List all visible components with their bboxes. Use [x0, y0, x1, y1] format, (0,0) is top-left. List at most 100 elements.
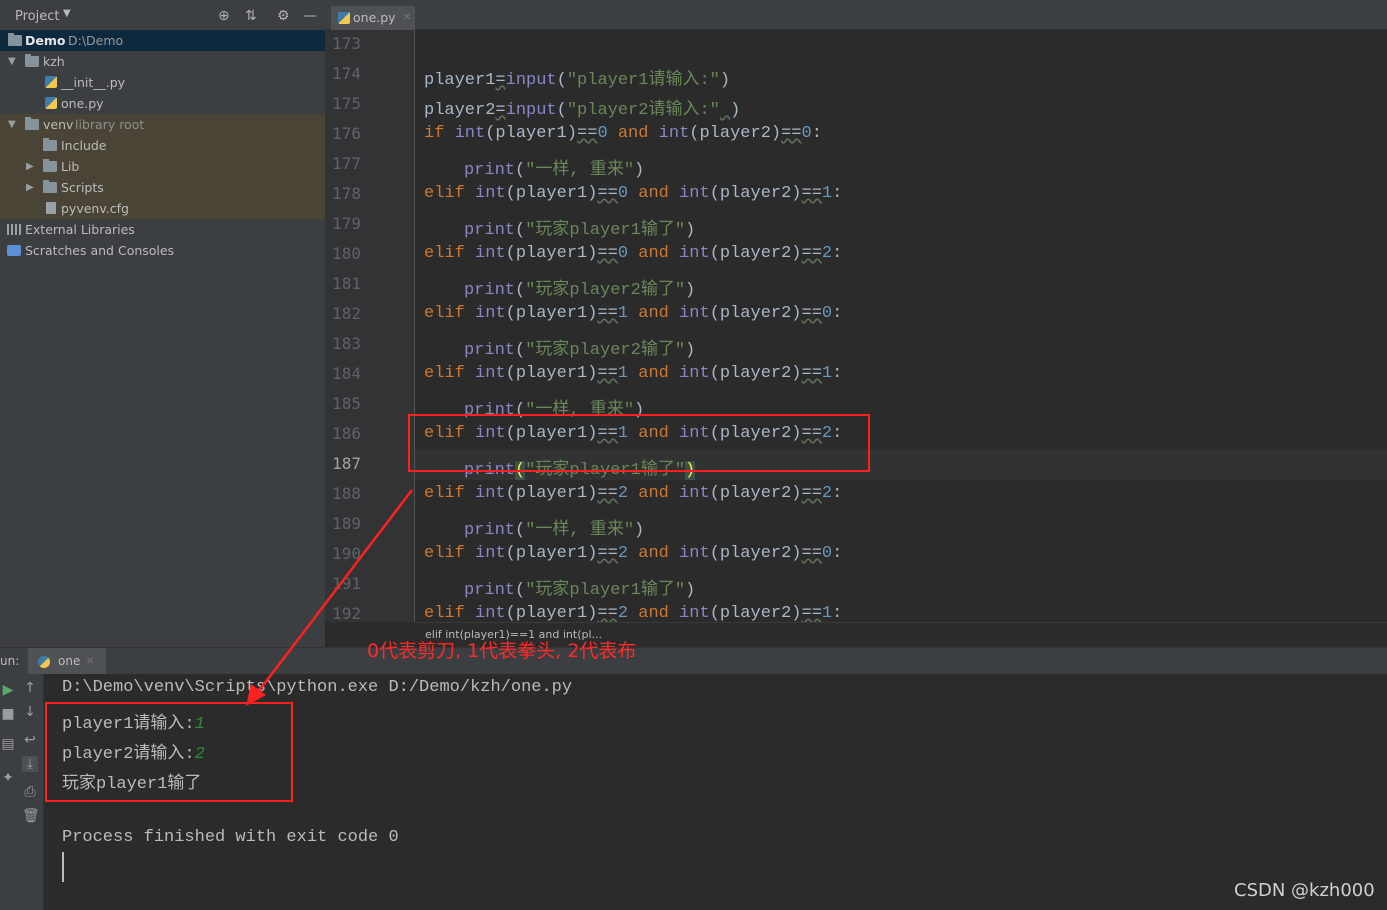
python-icon — [38, 656, 50, 668]
tree-item-demo[interactable]: Demo D:\Demo — [0, 30, 325, 51]
close-icon[interactable]: ✕ — [403, 6, 411, 30]
folder-icon — [43, 138, 57, 151]
tree-item-venv[interactable]: ▼ venv library root — [0, 114, 325, 135]
tree-item-label: venv — [43, 117, 74, 132]
code-line[interactable]: elif int(player1)==2 and int(player2)==2… — [424, 484, 842, 503]
collapse-all-icon[interactable]: ⇅ — [245, 8, 257, 24]
tree-item-label: kzh — [43, 54, 65, 69]
tree-item-lib[interactable]: ▶ Lib — [0, 156, 325, 177]
locate-icon[interactable]: ⊕ — [218, 8, 230, 24]
line-number: 191 — [332, 574, 361, 593]
tree-item-label: __init__.py — [61, 75, 126, 90]
library-icon — [7, 224, 21, 235]
line-number: 180 — [332, 244, 361, 263]
tree-item-pyvenv-cfg[interactable]: pyvenv.cfg — [0, 198, 325, 219]
chevron-down-icon[interactable]: ▼ — [63, 8, 71, 19]
string-literal: "玩家player2输了" — [525, 281, 686, 300]
line-number: 174 — [332, 64, 361, 83]
project-tool-window: Project ▼ ⊕ ⇅ ⚙ — Demo D:\Demo ▼ kzh __i… — [0, 0, 325, 647]
editor-tab-bar: one.py ✕ — [325, 0, 1387, 30]
pin-icon[interactable]: ✦ — [0, 770, 16, 786]
annotation-note: 0代表剪刀, 1代表拳头, 2代表布 — [367, 640, 637, 662]
string-literal: "玩家player1输了" — [525, 221, 686, 240]
code-line[interactable]: if int(player1)==0 and int(player2)==0: — [424, 124, 822, 143]
tree-item-external-libraries[interactable]: External Libraries — [0, 219, 325, 240]
scroll-to-end-icon[interactable]: ⤓ — [22, 756, 38, 772]
tree-item-init-py[interactable]: __init__.py — [0, 72, 325, 93]
tab-one-py[interactable]: one.py ✕ — [331, 6, 415, 30]
expand-arrow-icon[interactable]: ▼ — [8, 114, 16, 135]
code-line[interactable]: print("一样, 重来") — [464, 514, 644, 540]
text-caret — [62, 852, 64, 882]
string-literal: "玩家player2输了" — [525, 341, 686, 360]
run-console-toolbar: ↑ ↓ ↩ ⤓ ⎙ 🗑 — [16, 674, 44, 910]
python-file-icon — [338, 12, 350, 24]
run-label: un: — [0, 654, 20, 668]
arrow-down-icon[interactable]: ↓ — [22, 704, 38, 720]
code-line[interactable]: elif int(player1)==1 and int(player2)==0… — [424, 304, 842, 323]
tree-item-scratches[interactable]: Scratches and Consoles — [0, 240, 325, 261]
close-icon[interactable]: ✕ — [86, 648, 94, 675]
tree-item-label: Include — [61, 138, 107, 153]
tree-item-label: one.py — [61, 96, 104, 111]
line-number: 173 — [332, 34, 361, 53]
code-editor[interactable]: player1=input("player1请输入:") player2=inp… — [415, 30, 1387, 622]
code-line[interactable]: print("玩家player2输了") — [464, 274, 695, 300]
project-view-selector[interactable]: Project — [15, 9, 59, 24]
trash-icon[interactable]: 🗑 — [22, 808, 40, 824]
code-line[interactable]: print("玩家player2输了") — [464, 334, 695, 360]
line-number: 182 — [332, 304, 361, 323]
code-line[interactable]: print("玩家player1输了") — [464, 574, 695, 600]
rerun-icon[interactable]: ▶ — [0, 682, 16, 698]
code-line[interactable]: player2=input("player2请输入:" ) — [424, 94, 740, 120]
folder-icon — [25, 54, 39, 67]
gear-icon[interactable]: ⚙ — [277, 8, 290, 24]
string-literal: "player1请输入:" — [566, 71, 720, 90]
code-line[interactable]: elif int(player1)==2 and int(player2)==1… — [424, 604, 842, 622]
layout-icon[interactable]: ▤ — [0, 736, 16, 752]
line-number: 189 — [332, 514, 361, 533]
run-tab-one[interactable]: one ✕ — [28, 648, 106, 675]
soft-wrap-icon[interactable]: ↩ — [22, 732, 38, 748]
folder-icon — [43, 159, 57, 172]
code-line[interactable]: print("一样, 重来") — [464, 154, 644, 180]
tree-item-label: Scripts — [61, 180, 104, 195]
run-tool-window-header: un: one ✕ — [0, 647, 1387, 675]
code-line[interactable]: elif int(player1)==2 and int(player2)==0… — [424, 544, 842, 563]
expand-arrow-icon[interactable]: ▶ — [26, 177, 34, 198]
string-literal: "一样, 重来" — [525, 521, 635, 540]
code-line[interactable]: elif int(player1)==1 and int(player2)==1… — [424, 364, 842, 383]
tree-item-include[interactable]: Include — [0, 135, 325, 156]
stop-icon[interactable]: ■ — [0, 706, 16, 722]
python-file-icon — [45, 76, 57, 88]
expand-arrow-icon[interactable]: ▶ — [26, 156, 34, 177]
code-line[interactable]: elif int(player1)==0 and int(player2)==1… — [424, 184, 842, 203]
project-tree: Demo D:\Demo ▼ kzh __init__.py one.py ▼ … — [0, 30, 325, 261]
tab-label: one.py — [353, 10, 396, 25]
line-number: 179 — [332, 214, 361, 233]
line-number: 188 — [332, 484, 361, 503]
config-file-icon — [46, 202, 56, 214]
print-icon[interactable]: ⎙ — [22, 784, 38, 800]
string-literal: "player2请输入:" — [566, 101, 720, 120]
minimize-icon[interactable]: — — [303, 8, 317, 24]
folder-icon — [8, 33, 22, 46]
string-literal: "一样, 重来" — [525, 161, 635, 180]
code-line[interactable]: elif int(player1)==0 and int(player2)==2… — [424, 244, 842, 263]
tree-item-one-py[interactable]: one.py — [0, 93, 325, 114]
code-line[interactable]: player1=input("player1请输入:") — [424, 64, 730, 90]
line-number: 177 — [332, 154, 361, 173]
tree-item-label: Demo — [25, 33, 66, 48]
tree-item-scripts[interactable]: ▶ Scripts — [0, 177, 325, 198]
tree-item-note: library root — [75, 117, 145, 132]
line-number: 190 — [332, 544, 361, 563]
line-number: 186 — [332, 424, 361, 443]
folder-icon — [25, 117, 39, 130]
watermark: CSDN @kzh000 — [1234, 880, 1375, 901]
tree-item-kzh[interactable]: ▼ kzh — [0, 51, 325, 72]
code-line[interactable]: print("玩家player1输了") — [464, 214, 695, 240]
arrow-up-icon[interactable]: ↑ — [22, 680, 38, 696]
expand-arrow-icon[interactable]: ▼ — [8, 51, 16, 72]
line-number: 181 — [332, 274, 361, 293]
line-number-current: 187 — [332, 454, 361, 473]
